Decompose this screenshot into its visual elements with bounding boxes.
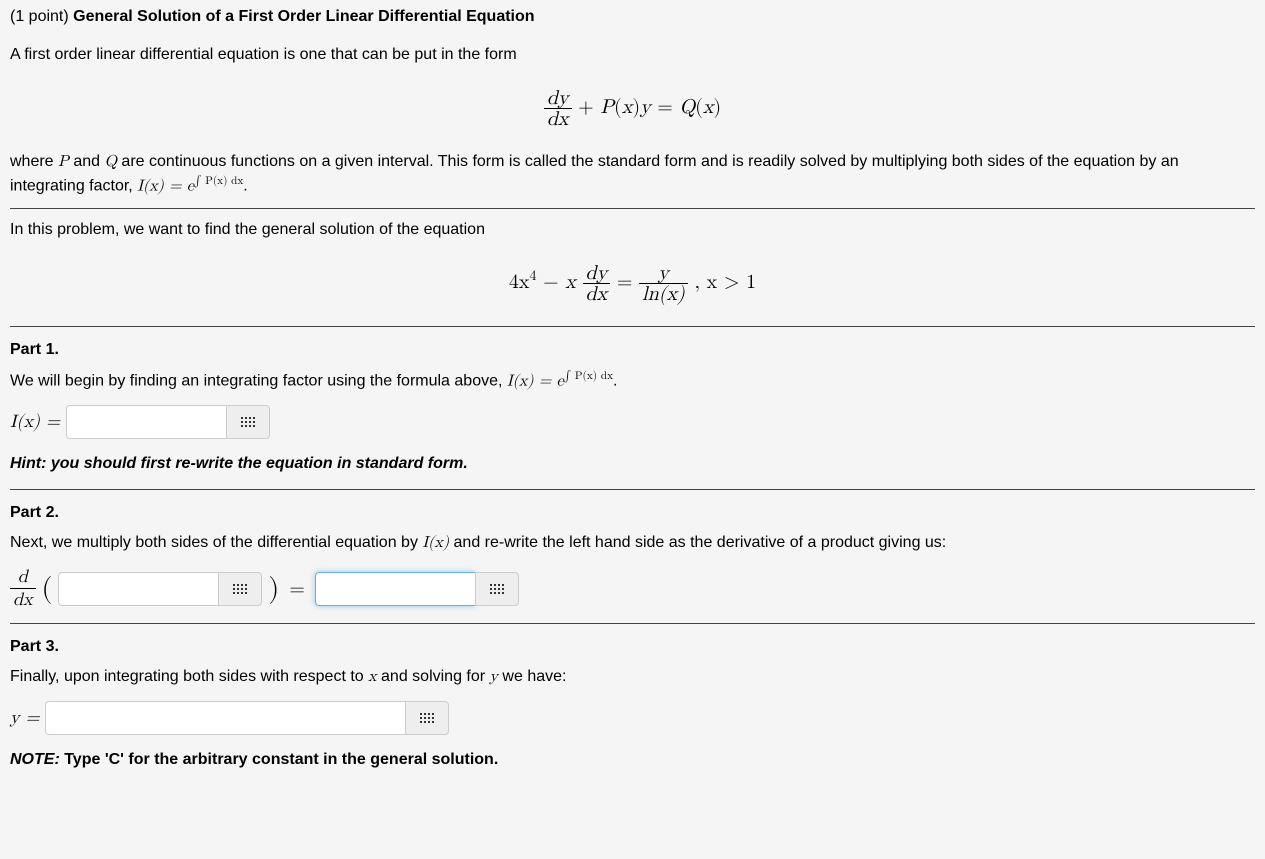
divider-4 xyxy=(10,623,1255,624)
part3-note: NOTE: Type 'C' for the arbitrary constan… xyxy=(10,749,1255,771)
grid-icon xyxy=(241,417,255,427)
part3-text: Finally, upon integrating both sides wit… xyxy=(10,666,1255,688)
eq2-f2d: ln(x) xyxy=(639,284,688,304)
eq1-x1: x xyxy=(622,97,633,117)
eq2-minus: − xyxy=(536,272,565,292)
p2ta: Next, we multiply both sides of the diff… xyxy=(10,534,422,551)
p3-x: x xyxy=(368,669,376,685)
p3-y: y xyxy=(490,669,498,685)
divider-1 xyxy=(10,208,1255,209)
eq1-open2: ( xyxy=(695,97,703,117)
part1-answer-row: I(x) = xyxy=(10,405,1255,439)
part3-mathquill-button[interactable] xyxy=(405,701,449,735)
p1-if-exp: ∫ P(x) dx xyxy=(564,371,613,382)
p2-dn: d xyxy=(10,566,36,589)
grid-icon xyxy=(420,713,434,723)
grid-icon xyxy=(490,584,504,594)
eq2-cond: , x > 1 xyxy=(694,272,756,292)
part1-input-group xyxy=(66,405,270,439)
sym-Q: Q xyxy=(105,154,117,170)
note-label: NOTE: xyxy=(10,751,64,768)
equation-standard-form: dydx + P(x)y = Q(x) xyxy=(10,88,1255,129)
p1ta: We will begin by finding an integrating … xyxy=(10,372,507,389)
p3tb: and solving for xyxy=(377,668,490,685)
part2-input1-group xyxy=(58,572,262,606)
if-exp: ∫ P(x) dx xyxy=(194,176,243,187)
p2-eq-sign: = xyxy=(285,577,309,601)
part2-title: Part 2. xyxy=(10,504,1255,522)
p1-if-dot: . xyxy=(613,372,617,389)
part2-text: Next, we multiply both sides of the diff… xyxy=(10,532,1255,554)
sym-P: P xyxy=(58,154,69,170)
eq2-x: x xyxy=(565,272,576,292)
eq1-plus: + xyxy=(578,97,600,117)
p2b: and xyxy=(69,153,105,170)
eq1-close1: ) xyxy=(632,97,640,117)
eq1-x2: x xyxy=(703,97,714,117)
intro-paragraph-3: In this problem, we want to find the gen… xyxy=(10,219,1255,241)
problem-title: General Solution of a First Order Linear… xyxy=(73,8,534,25)
eq1-y: y xyxy=(640,97,651,117)
eq1-eq: = xyxy=(651,97,680,117)
p1-if-base: I(x) = e xyxy=(507,373,564,389)
part2-mathquill-button-1[interactable] xyxy=(218,572,262,606)
part3-answer-row: y = xyxy=(10,701,1255,735)
if-base: I(x) = e xyxy=(137,178,194,194)
part3-title: Part 3. xyxy=(10,638,1255,656)
part1-title: Part 1. xyxy=(10,341,1255,359)
eq1-num: dy xyxy=(544,88,572,109)
grid-icon xyxy=(233,584,247,594)
eq2-f1d: dx xyxy=(583,284,611,304)
part1-text: We will begin by finding an integrating … xyxy=(10,369,1255,393)
eq1-den: dx xyxy=(544,109,572,129)
eq2-eq: = xyxy=(617,272,639,292)
part1-hint: Hint: you should first re-write the equa… xyxy=(10,453,1255,475)
p2-dd: dx xyxy=(10,589,36,611)
eq1-open1: ( xyxy=(614,97,622,117)
eq2-4x: 4x xyxy=(509,272,530,292)
part1-input[interactable] xyxy=(66,405,226,439)
p2-open-paren: ( xyxy=(42,575,53,603)
part3-input[interactable] xyxy=(45,701,405,735)
part2-input-right[interactable] xyxy=(315,572,475,606)
part2-answer-row: d dx ( ) = xyxy=(10,566,1255,611)
points-label: (1 point) xyxy=(10,8,73,25)
p2tb: and re-write the left hand side as the d… xyxy=(449,534,946,551)
problem-container: (1 point) General Solution of a First Or… xyxy=(0,0,1265,805)
eq1-close2: ) xyxy=(713,97,721,117)
part3-label: y = xyxy=(10,707,39,729)
p2-close-paren: ) xyxy=(268,575,279,603)
eq1-P: P xyxy=(600,97,614,117)
part1-label: I(x) = xyxy=(10,411,60,433)
part2-input-left[interactable] xyxy=(58,572,218,606)
p3tc: we have: xyxy=(498,668,566,685)
p2-Ix: I(x) xyxy=(422,535,449,551)
divider-3 xyxy=(10,489,1255,490)
part2-mathquill-button-2[interactable] xyxy=(475,572,519,606)
p3ta: Finally, upon integrating both sides wit… xyxy=(10,668,368,685)
p2a: where xyxy=(10,153,58,170)
note-text: Type 'C' for the arbitrary constant in t… xyxy=(64,751,498,768)
if-dot: . xyxy=(243,177,247,194)
problem-header: (1 point) General Solution of a First Or… xyxy=(10,4,1255,34)
part1-mathquill-button[interactable] xyxy=(226,405,270,439)
eq2-f2n: y xyxy=(639,263,688,284)
intro-paragraph-2: where P and Q are continuous functions o… xyxy=(10,151,1255,197)
divider-2 xyxy=(10,326,1255,327)
eq2-f1n: dy xyxy=(583,263,611,284)
eq1-Q: Q xyxy=(680,97,696,117)
part2-input2-group xyxy=(315,572,519,606)
equation-given: 4x4 − x dydx = yln(x) , x > 1 xyxy=(10,263,1255,304)
part3-input-group xyxy=(45,701,449,735)
intro-paragraph-1: A first order linear differential equati… xyxy=(10,44,1255,66)
